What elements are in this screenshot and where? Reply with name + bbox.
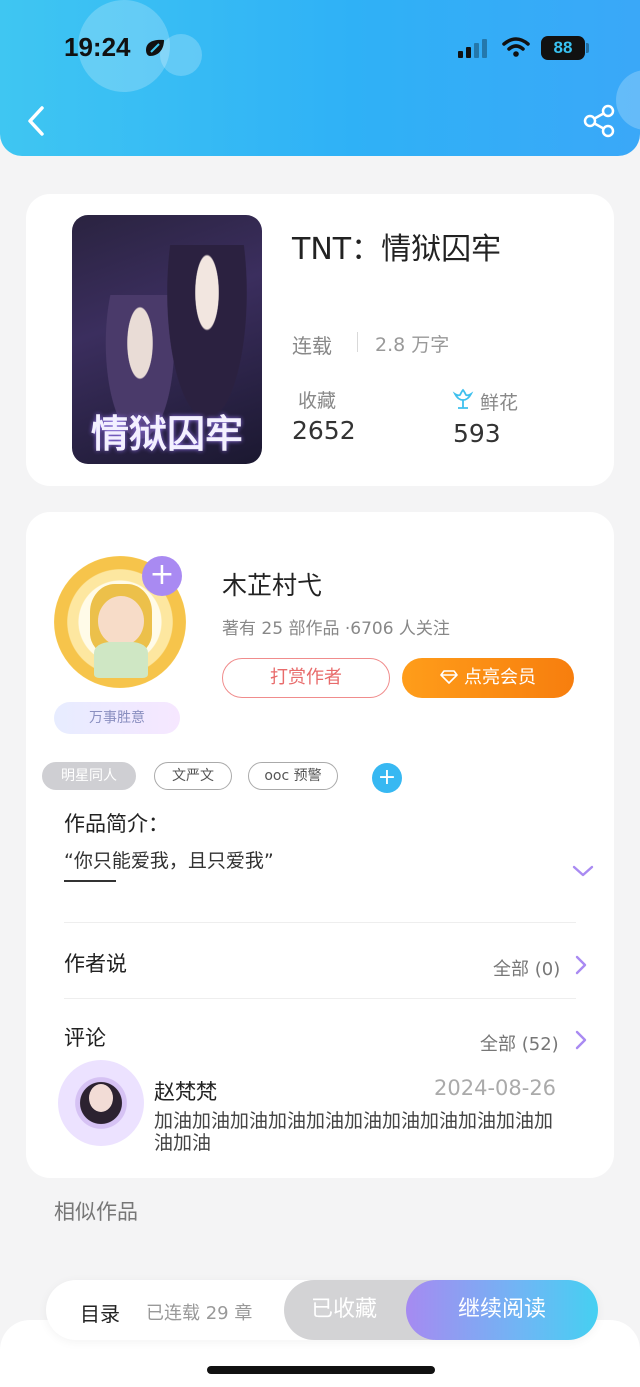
comment-text: 加油加油加油加油加油加油加油加油加油加油加油加油 [154,1110,554,1154]
book-info-card: 情狱囚牢 TNT：情狱囚牢 连载 2.8 万字 收藏 2652 鲜花 593 [26,194,614,486]
back-button[interactable] [22,104,50,138]
vip-button-label: 点亮会员 [464,667,536,688]
add-tag-button[interactable]: + [372,763,402,793]
author-says-title: 作者说 [64,952,127,976]
chevron-right-icon[interactable] [574,954,588,976]
author-meta: 著有 25 部作品 ·6706 人关注 [222,619,450,639]
header-bar: 19:24 88 [0,0,640,156]
focus-moon-icon [146,39,164,56]
tag-chip[interactable]: 文严文 [154,762,232,790]
status-time: 19:24 [64,32,131,62]
chapter-count: 已连载 29 章 [146,1303,253,1324]
chevron-right-icon[interactable] [574,1029,588,1051]
divider [64,922,576,923]
decor-bubble [616,70,640,130]
battery-indicator: 88 [541,36,585,60]
avatar-art [98,596,144,646]
tip-author-button[interactable]: 打赏作者 [222,658,390,698]
collect-count: 2652 [292,416,356,445]
continue-reading-button[interactable]: 继续阅读 [406,1280,598,1340]
intro-underline [64,880,116,882]
tag-chip[interactable]: 明星同人 [42,762,136,790]
follow-author-button[interactable]: + [142,556,182,596]
commenter-avatar[interactable] [58,1060,144,1146]
flower-count: 593 [453,419,501,448]
toc-button[interactable]: 目录 [80,1298,120,1327]
signal-icon [458,38,487,58]
similar-works-title: 相似作品 [54,1200,138,1224]
comments-title: 评论 [64,1026,106,1050]
collect-label: 收藏 [298,390,337,412]
author-says-see-all[interactable]: 全部 (0) [493,955,560,981]
divider [64,998,576,999]
share-button[interactable] [582,104,618,138]
chevron-down-icon[interactable] [572,864,594,878]
comment-date: 2024-08-26 [434,1076,557,1100]
cover-title-art: 情狱囚牢 [90,411,243,456]
divider [357,332,358,352]
author-motto-badge: 万事胜意 [54,702,180,734]
book-title: TNT：情狱囚牢 [292,232,502,267]
intro-text: “你只能爱我，且只爱我” [64,850,274,872]
flower-icon [452,388,474,409]
commenter-name[interactable]: 赵梵梵 [154,1076,217,1106]
decor-bubble [160,34,202,76]
comments-see-all[interactable]: 全部 (52) [480,1030,559,1056]
book-status: 连载 [292,334,332,358]
avatar-art [89,1084,113,1112]
battery-cap [586,43,589,53]
vip-button[interactable]: 点亮会员 [402,658,574,698]
intro-title: 作品简介： [64,812,169,836]
author-name[interactable]: 木芷村弋 [222,566,322,602]
favorited-label: 已收藏 [310,1297,377,1322]
book-cover[interactable]: 情狱囚牢 [72,215,262,464]
flower-label: 鲜花 [480,392,519,414]
tag-chip[interactable]: ooc 预警 [248,762,338,790]
book-word-count: 2.8 万字 [375,334,450,356]
diamond-icon [440,670,458,684]
author-details-card: + 万事胜意 木芷村弋 著有 25 部作品 ·6706 人关注 打赏作者 点亮会… [26,512,614,1178]
wifi-icon [502,37,530,57]
home-indicator [207,1366,435,1374]
bottom-action-bar: 目录 已连载 29 章 已收藏 继续阅读 [46,1280,598,1340]
avatar-art [94,642,148,678]
